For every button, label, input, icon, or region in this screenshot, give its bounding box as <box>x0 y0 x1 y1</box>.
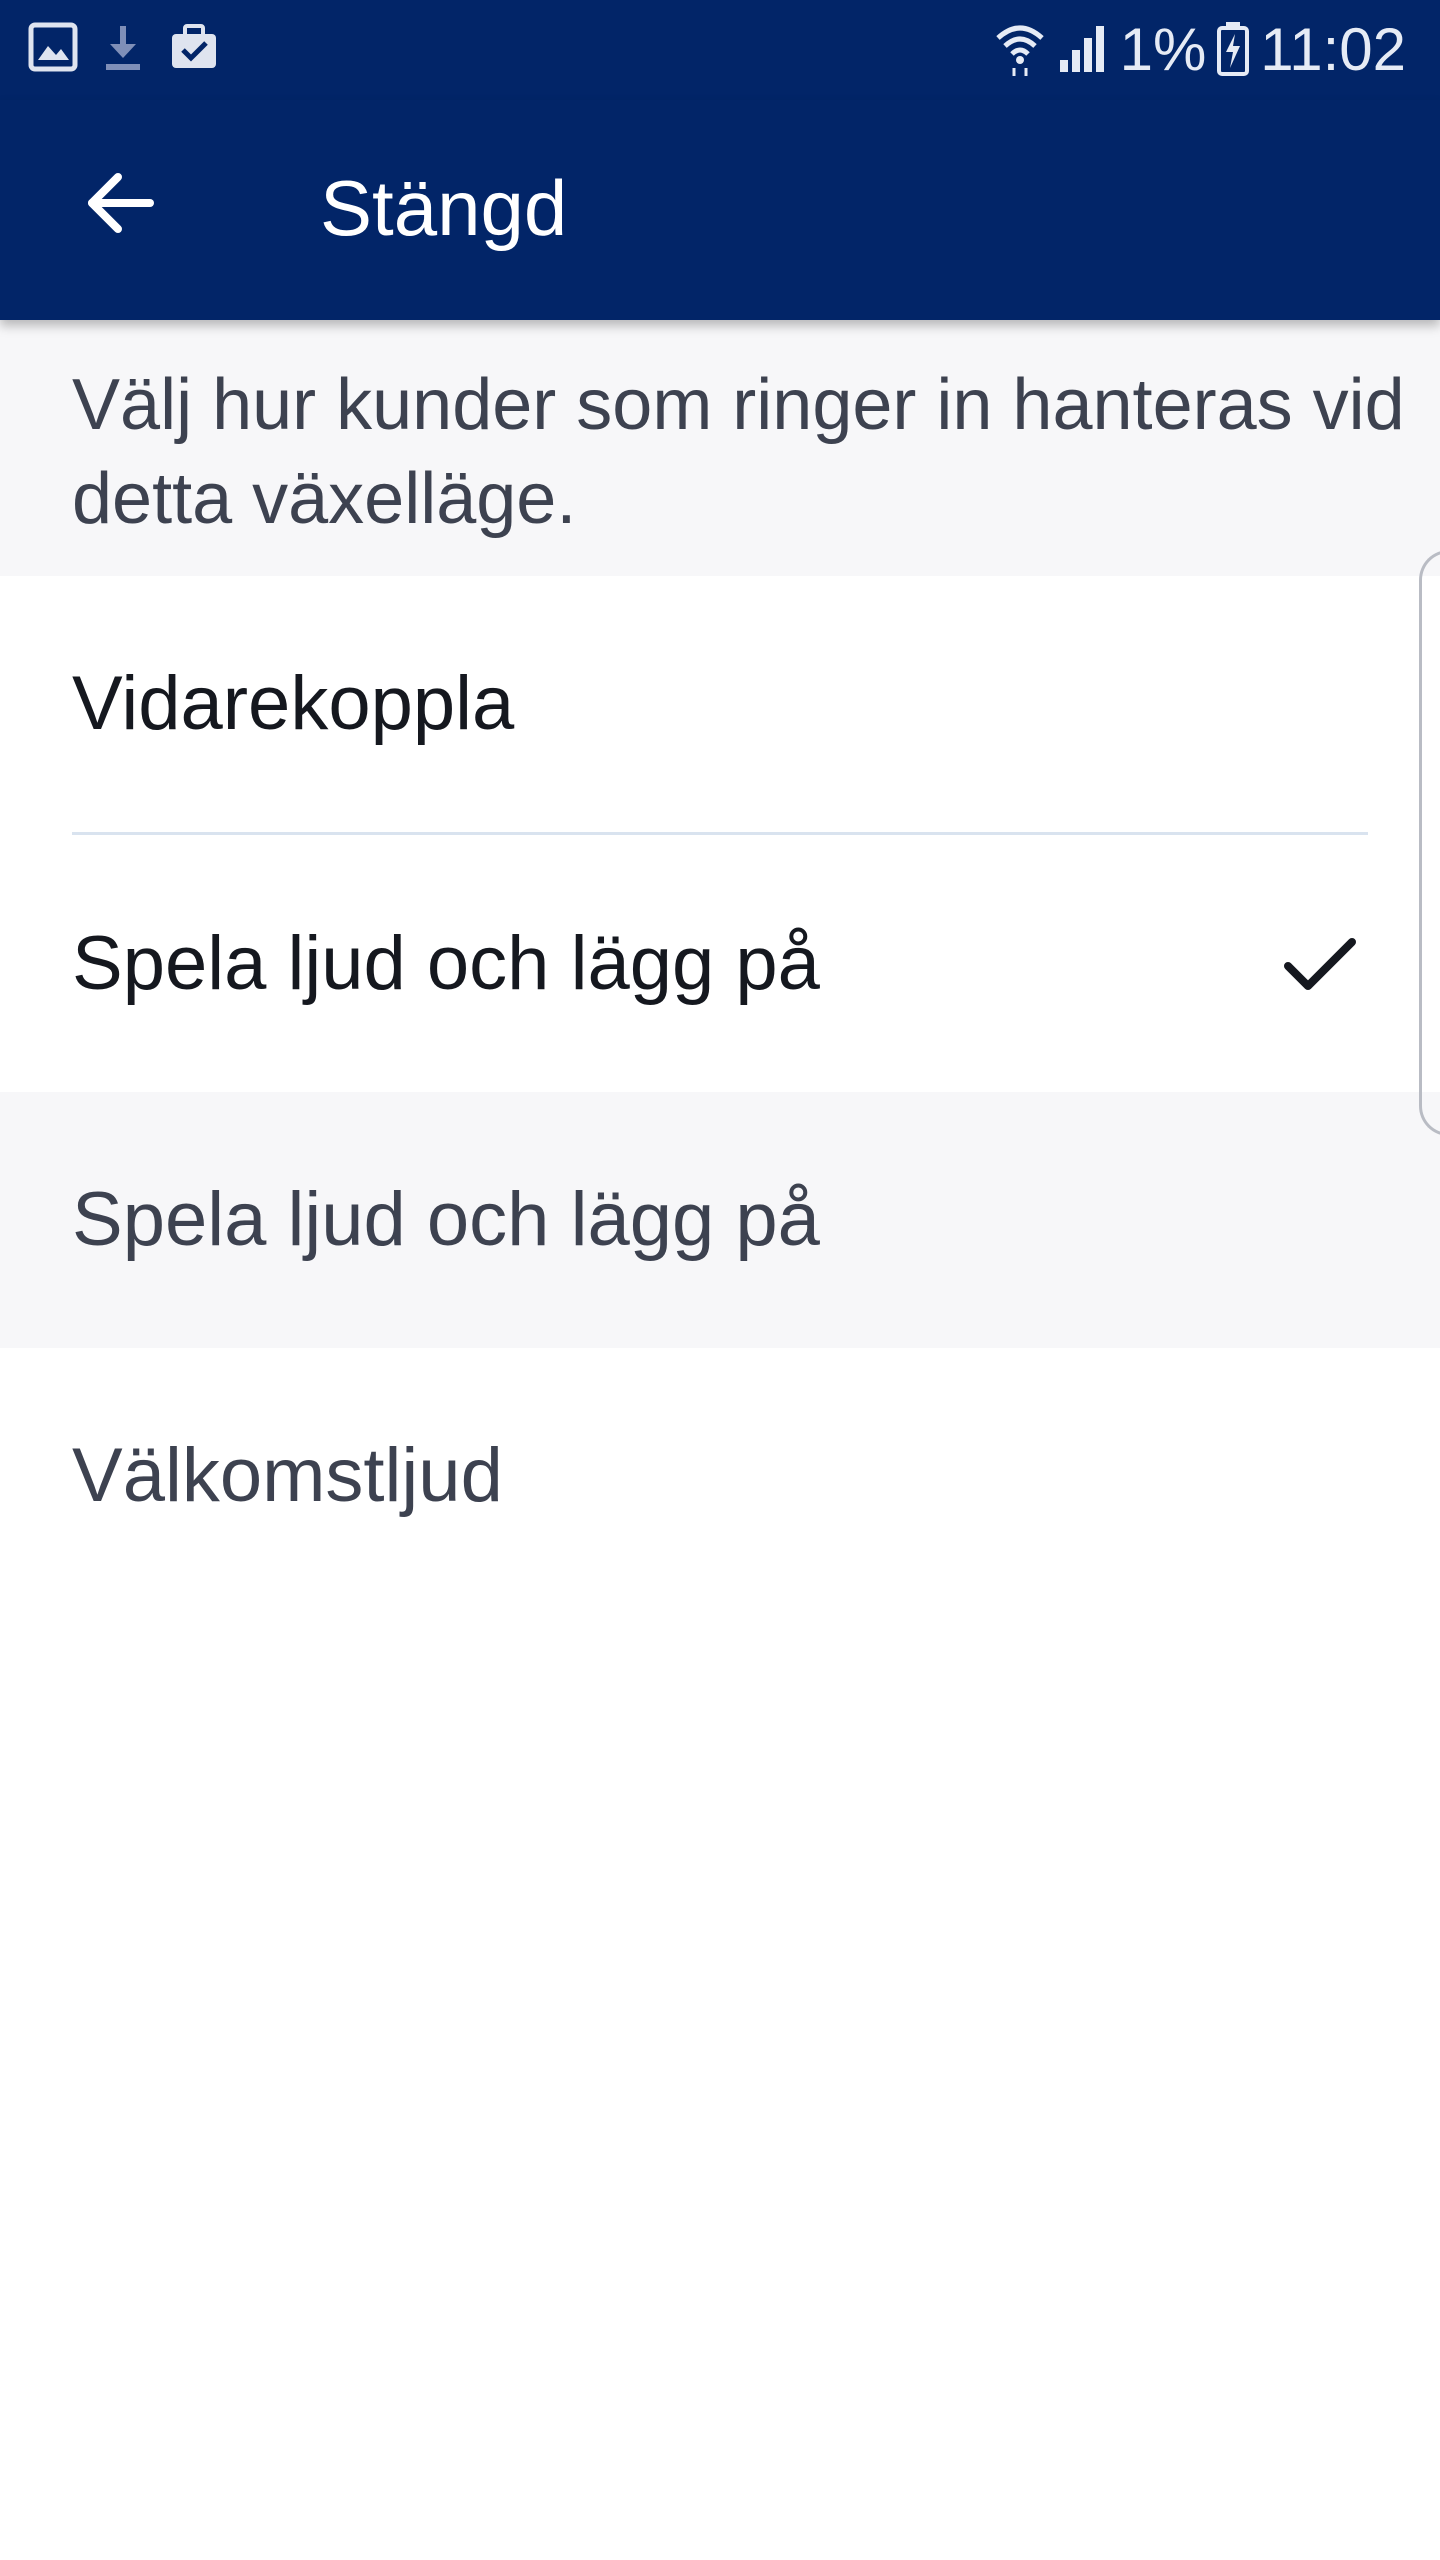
status-time: 11:02 <box>1260 16 1406 83</box>
section-header-label: Spela ljud och lägg på <box>72 1177 820 1262</box>
battery-percent: 1% <box>1119 16 1207 83</box>
option-label: Spela ljud och lägg på <box>72 921 820 1006</box>
option-vidarekoppla[interactable]: Vidarekoppla <box>0 576 1440 832</box>
app-bar: Stängd <box>0 100 1440 320</box>
arrow-left-icon <box>84 171 156 240</box>
battery-charging-icon <box>1216 20 1250 81</box>
work-briefcase-icon <box>168 22 220 77</box>
back-button[interactable] <box>70 150 170 260</box>
option-label: Vidarekoppla <box>72 661 515 746</box>
download-icon <box>100 22 146 77</box>
wifi-icon <box>994 20 1046 81</box>
description-text: Välj hur kunder som ringer in hanteras v… <box>72 365 1405 539</box>
signal-icon <box>1056 22 1110 79</box>
gallery-icon <box>28 22 78 77</box>
description-panel: Välj hur kunder som ringer in hanteras v… <box>0 320 1440 576</box>
check-icon <box>1280 924 1360 1004</box>
option-label: Välkomstljud <box>72 1433 503 1518</box>
status-icons-left <box>28 22 220 77</box>
page-title: Stängd <box>320 164 568 252</box>
option-valkomstljud[interactable]: Välkomstljud <box>0 1348 1440 1604</box>
option-spela-ljud-och-lagg-pa[interactable]: Spela ljud och lägg på <box>0 836 1440 1092</box>
screen: 1% 11:02 Stängd Välj hur kunder som ring… <box>0 0 1440 2560</box>
status-bar: 1% 11:02 <box>0 0 1440 100</box>
edge-panel-handle[interactable] <box>1419 550 1440 1136</box>
status-icons-right: 1% 11:02 <box>994 14 1406 86</box>
divider <box>72 832 1368 835</box>
section-header: Spela ljud och lägg på <box>0 1092 1440 1348</box>
